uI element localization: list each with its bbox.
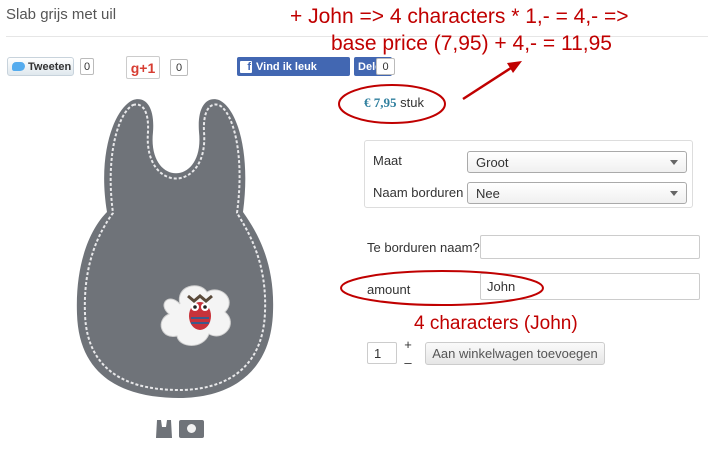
annotation-overlay [338,61,544,306]
price-highlight-ellipse [338,84,446,124]
amount-highlight-ellipse [340,270,544,306]
arrow-head-icon [507,61,522,73]
annotation-arrow-line [462,66,512,101]
